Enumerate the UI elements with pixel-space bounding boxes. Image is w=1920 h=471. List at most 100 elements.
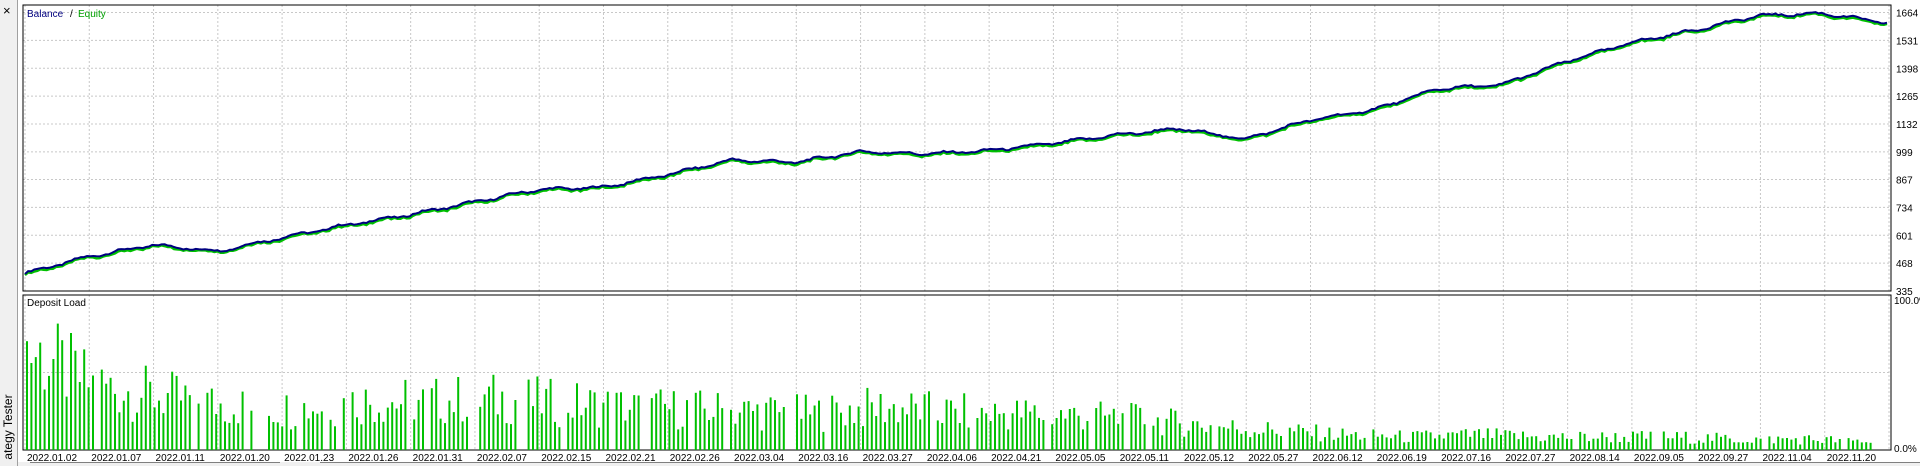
deposit-bar — [1535, 436, 1538, 450]
scroll-thumb-left[interactable] — [30, 462, 280, 466]
deposit-bar — [505, 423, 508, 450]
deposit-bar — [936, 420, 939, 450]
deposit-bar — [1033, 405, 1036, 450]
deposit-bar — [329, 419, 332, 450]
deposit-bar — [1799, 444, 1802, 450]
deposit-bar — [342, 398, 345, 450]
deposit-bar — [1552, 434, 1555, 450]
deposit-bar — [1588, 441, 1590, 450]
deposit-bar — [1332, 439, 1335, 450]
deposit-bar — [1275, 433, 1278, 450]
deposit-bar — [1187, 430, 1190, 450]
deposit-bar — [677, 429, 680, 450]
deposit-bar — [1178, 423, 1181, 450]
deposit-bar — [1016, 400, 1018, 450]
deposit-bar — [395, 408, 398, 450]
deposit-bar — [1403, 442, 1406, 450]
deposit-bar — [219, 403, 222, 450]
deposit-bar — [1064, 418, 1067, 450]
deposit-bar — [1856, 439, 1859, 450]
deposit-bar — [1671, 438, 1674, 450]
deposit-bar — [879, 394, 882, 450]
deposit-bar — [56, 323, 59, 450]
deposit-bar — [769, 397, 772, 450]
deposit-bar — [1222, 427, 1225, 450]
deposit-bar — [628, 409, 631, 450]
deposit-bar — [1702, 442, 1705, 450]
deposit-bar — [488, 386, 490, 450]
deposit-bar — [1627, 441, 1630, 450]
deposit-bar — [483, 394, 486, 450]
deposit-bar — [435, 378, 438, 450]
deposit-bar — [334, 426, 336, 450]
deposit-bar — [466, 416, 468, 450]
deposit-bar — [496, 414, 499, 450]
deposit-bar — [866, 387, 869, 450]
deposit-bar — [1570, 439, 1573, 450]
deposit-bar — [78, 382, 81, 450]
deposit-bar — [1451, 432, 1454, 450]
deposit-bar — [655, 393, 658, 450]
deposit-bar — [1372, 429, 1375, 450]
deposit-bar — [540, 413, 543, 450]
deposit-bar — [1038, 417, 1040, 450]
deposit-bar — [620, 392, 622, 450]
deposit-bar — [1680, 437, 1683, 450]
deposit-bar — [404, 379, 407, 450]
deposit-bar — [34, 357, 37, 450]
deposit-bar — [888, 408, 891, 450]
deposit-bar — [906, 414, 908, 450]
deposit-bar — [1662, 431, 1665, 450]
deposit-bar — [1513, 433, 1516, 450]
deposit-bar — [39, 342, 42, 450]
deposit-bar — [998, 413, 1001, 450]
deposit-bar — [1561, 433, 1564, 450]
deposit-bar — [1011, 413, 1014, 450]
deposit-bar — [1821, 442, 1824, 450]
deposit-bar — [1676, 432, 1678, 450]
deposit-bar — [232, 414, 235, 450]
deposit-bar — [1852, 440, 1854, 450]
deposit-bar — [1636, 433, 1639, 450]
deposit-bar — [1218, 426, 1221, 450]
chart-area: Balance / Equity 1664 1531 1398 1265 1132 999… — [18, 0, 1920, 466]
deposit-bar — [1473, 430, 1476, 450]
deposit-bar — [1517, 439, 1520, 450]
deposit-bar — [598, 427, 600, 450]
deposit-bar — [1482, 438, 1485, 450]
deposit-bar — [1583, 433, 1586, 450]
deposit-bar — [716, 393, 719, 450]
deposit-bar — [100, 369, 103, 450]
deposit-bar — [1407, 441, 1410, 450]
deposit-bar — [668, 409, 671, 450]
deposit-bar — [1442, 438, 1445, 450]
deposit-bar — [738, 412, 741, 450]
deposit-bar — [180, 400, 182, 450]
deposit-bar — [686, 400, 688, 450]
deposit-bar — [1258, 434, 1260, 450]
deposit-bar — [536, 376, 539, 450]
deposit-bar — [1416, 431, 1419, 450]
deposit-bar — [1086, 421, 1089, 450]
deposit-bar — [1152, 425, 1155, 450]
deposit-bar — [1838, 439, 1841, 450]
deposit-bar — [593, 392, 596, 450]
deposit-bar — [1768, 436, 1771, 450]
deposit-bar — [967, 427, 970, 450]
deposit-bar — [1816, 441, 1819, 450]
deposit-bar — [584, 407, 587, 450]
deposit-bar — [919, 419, 922, 450]
scroll-thumb-right[interactable] — [320, 462, 1920, 466]
deposit-bar — [1808, 435, 1810, 450]
close-icon[interactable]: × — [3, 4, 15, 18]
deposit-bar — [369, 404, 372, 450]
deposit-bar — [1777, 436, 1780, 450]
y-tick-label: 734 — [1896, 203, 1913, 214]
deposit-bar — [1262, 432, 1265, 450]
deposit-bar — [364, 389, 367, 450]
deposit-bar — [514, 400, 517, 450]
deposit-bar — [752, 411, 754, 450]
deposit-bar — [1170, 408, 1172, 450]
deposit-bar — [1209, 425, 1212, 450]
deposit-bar — [1649, 431, 1652, 450]
